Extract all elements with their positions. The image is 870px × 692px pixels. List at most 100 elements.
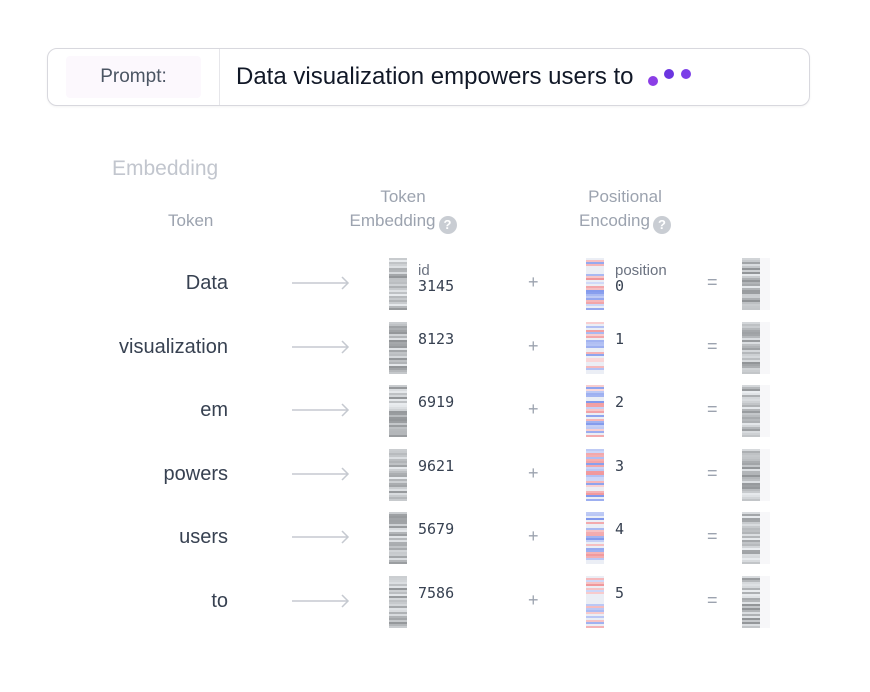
position-value: 5 [615,583,625,602]
equals-sign: = [707,399,718,419]
position-value: 0 [615,277,625,295]
token-embedding-column-header: Token Embedding? [338,185,468,234]
positional-encoding-vector[interactable] [586,258,604,310]
token-embedding-vector[interactable] [389,258,407,310]
prompt-bar: Prompt: Data visualization empowers user… [47,48,810,106]
vector-stripe [742,308,760,310]
token-embedding-vector[interactable] [389,512,407,564]
vector-stripe [742,435,760,437]
combined-vector-stripes [742,512,760,564]
positional-header-line1: Positional [588,187,662,206]
right-arrow-icon [292,530,350,544]
positional-encoding-vector[interactable] [586,385,604,437]
combined-vector-stripes [742,258,760,310]
combined-embedding-vector[interactable] [742,448,770,501]
token-embedding-vector[interactable] [389,385,407,437]
equals-sign: = [707,272,718,292]
embedding-section-title: Embedding [112,157,219,180]
loading-dot [647,76,658,86]
equals-sign: = [707,462,718,483]
combined-vector-stripes [742,321,760,374]
token-id: 6919 [418,393,455,411]
token-text: to [211,589,228,612]
token-embedding-vector[interactable] [389,575,407,628]
token-embedding-vector[interactable] [389,321,407,374]
vector-stripe [586,498,604,501]
vector-stripe [742,371,760,374]
vector-stripe [389,435,407,437]
token-id: 5679 [418,520,455,538]
token-embedding-header-text: Embedding [349,211,436,230]
positional-encoding-vector[interactable] [586,575,604,628]
vector-stripe [742,498,760,501]
token-embedding-header-line2: Embedding? [338,209,468,234]
vector-stripe [586,371,604,374]
position-value: 2 [615,393,625,411]
vector-stripe [586,308,604,310]
positional-encoding-vector[interactable] [586,448,604,501]
embedding-row: to 7586 +5 = [0,575,870,628]
vector-stripe [586,435,604,437]
vector-stripe [742,562,760,564]
combined-vector-stripes [742,385,760,437]
combined-embedding-vector[interactable] [742,385,770,437]
plus-sign: + [528,589,539,610]
plus-sign: + [528,272,539,292]
vector-stripe [389,371,407,374]
positional-encoding-column-header: Positional Encoding? [566,185,684,234]
embedding-row: powers 9621 +3 = [0,448,870,501]
token-id: 3145 [418,277,455,295]
positional-encoding-vector[interactable] [586,321,604,374]
positional-header-text: Encoding [579,211,650,230]
token-text: powers [163,462,228,485]
vector-stripe [742,625,760,628]
token-column-header: Token [168,209,213,233]
vector-stripe [389,308,407,310]
plus-sign: + [528,335,539,356]
right-arrow-icon [292,276,350,290]
token-id: 9621 [418,456,455,475]
loading-dots-icon [644,62,694,92]
combined-vector-stripes [742,448,760,501]
vector-stripe [389,498,407,501]
token-text: Data [185,272,228,294]
embedding-row: Data id 3145 + position 0 = [0,258,870,310]
token-text: em [200,399,228,421]
position-value: 3 [615,456,625,475]
prompt-label-container: Prompt: [48,49,220,105]
embedding-row: users 5679 +4 = [0,512,870,564]
vector-stripe [586,625,604,628]
vector-stripe [389,562,407,564]
equals-sign: = [707,526,718,546]
combined-embedding-vector[interactable] [742,512,770,564]
right-arrow-icon [292,593,350,608]
equals-sign: = [707,589,718,610]
combined-embedding-vector[interactable] [742,575,770,628]
combined-vector-stripes [742,575,760,628]
token-header-text: Token [168,211,214,230]
positional-header-line2: Encoding? [566,209,684,234]
combined-embedding-vector[interactable] [742,258,770,310]
equals-sign: = [707,335,718,356]
help-icon[interactable]: ? [438,216,457,234]
plus-sign: + [528,526,539,546]
loading-dot [663,69,674,79]
embedding-row: visualization 8123 +1 = [0,321,870,374]
right-arrow-icon [292,466,350,481]
vector-stripe [586,562,604,564]
plus-sign: + [528,399,539,419]
position-value: 4 [615,520,625,538]
help-icon[interactable]: ? [652,216,671,234]
token-id: 7586 [418,583,455,602]
loading-dot [680,69,691,79]
prompt-input[interactable]: Data visualization empowers users to [236,49,694,105]
combined-embedding-vector[interactable] [742,321,770,374]
prompt-label: Prompt: [66,56,201,98]
token-embedding-header-line1: Token [380,187,426,206]
token-embedding-vector[interactable] [389,448,407,501]
token-text: users [179,526,228,548]
token-text: visualization [119,335,228,358]
right-arrow-icon [292,403,350,417]
positional-encoding-vector[interactable] [586,512,604,564]
embedding-row: em 6919 +2 = [0,385,870,437]
